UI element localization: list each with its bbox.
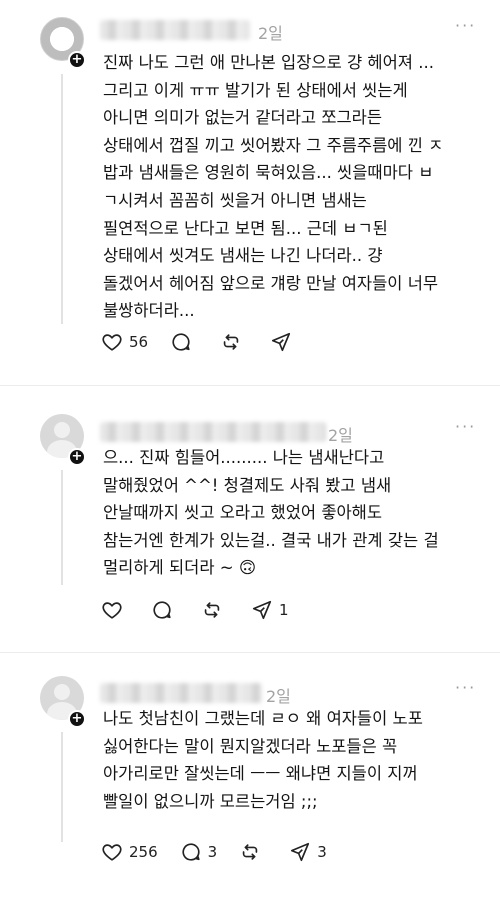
username-redacted[interactable] — [100, 683, 262, 703]
heart-icon — [102, 602, 122, 619]
comment-icon — [153, 601, 171, 619]
repost-button[interactable] — [220, 331, 248, 353]
heart-icon — [102, 334, 122, 351]
divider — [0, 385, 500, 386]
more-dots-icon[interactable]: ··· — [455, 16, 476, 35]
send-icon — [252, 600, 272, 620]
repost-button[interactable] — [239, 841, 267, 863]
send-icon — [272, 332, 291, 352]
post-text: 진짜 나도 그런 애 만나본 입장으로 걍 헤어져 ... 그리고 이게 ㅠㅠ … — [103, 53, 444, 321]
username-redacted[interactable] — [100, 422, 326, 442]
share-count: 1 — [279, 601, 289, 619]
post-time: 2일 — [258, 24, 283, 43]
follow-plus-icon[interactable]: + — [68, 710, 86, 728]
repost-icon — [204, 602, 220, 618]
more-dots-icon[interactable]: ··· — [455, 417, 476, 436]
post-text: 나도 첫남친이 그랬는데 ㄹㅇ 왜 여자들이 노포 싫어한다는 말이 뭔지알겠더… — [103, 709, 423, 811]
reply-count: 3 — [207, 843, 218, 861]
thread-line — [61, 732, 63, 842]
share-button[interactable] — [270, 331, 298, 353]
reply-button[interactable]: 3 — [180, 841, 218, 863]
avatar-head — [54, 684, 70, 700]
like-button[interactable] — [101, 599, 129, 621]
post-time: 2일 — [328, 426, 353, 445]
repost-icon — [223, 334, 239, 350]
more-dots-icon[interactable]: ··· — [455, 678, 476, 697]
repost-icon — [242, 844, 258, 860]
follow-plus-icon[interactable]: + — [68, 51, 86, 69]
post-actions: 1 — [101, 597, 311, 623]
like-count: 56 — [129, 333, 149, 351]
heart-icon — [102, 844, 122, 861]
like-button[interactable]: 56 — [101, 331, 148, 353]
comment-icon — [172, 333, 190, 351]
comment-icon — [182, 843, 200, 861]
like-count: 256 — [129, 843, 158, 861]
avatar-head — [54, 422, 70, 438]
follow-plus-icon[interactable]: + — [68, 448, 86, 466]
post-time: 2일 — [266, 687, 291, 706]
send-icon — [291, 842, 310, 862]
divider — [0, 652, 500, 653]
share-button[interactable]: 3 — [289, 841, 327, 863]
like-button[interactable]: 256 — [101, 841, 158, 863]
post-actions: 256 3 3 — [101, 839, 349, 865]
share-button[interactable]: 1 — [251, 599, 289, 621]
reply-button[interactable] — [170, 331, 198, 353]
repost-button[interactable] — [201, 599, 229, 621]
post-actions: 56 — [101, 329, 320, 355]
username-redacted[interactable] — [100, 20, 250, 40]
share-count: 3 — [317, 843, 327, 861]
thread-line — [61, 74, 63, 324]
reply-button[interactable] — [151, 599, 179, 621]
thread-line — [61, 470, 63, 585]
post-text: 으... 진짜 힘들어......... 나는 냄새난다고 말해줬었어 ^^! … — [103, 448, 439, 578]
